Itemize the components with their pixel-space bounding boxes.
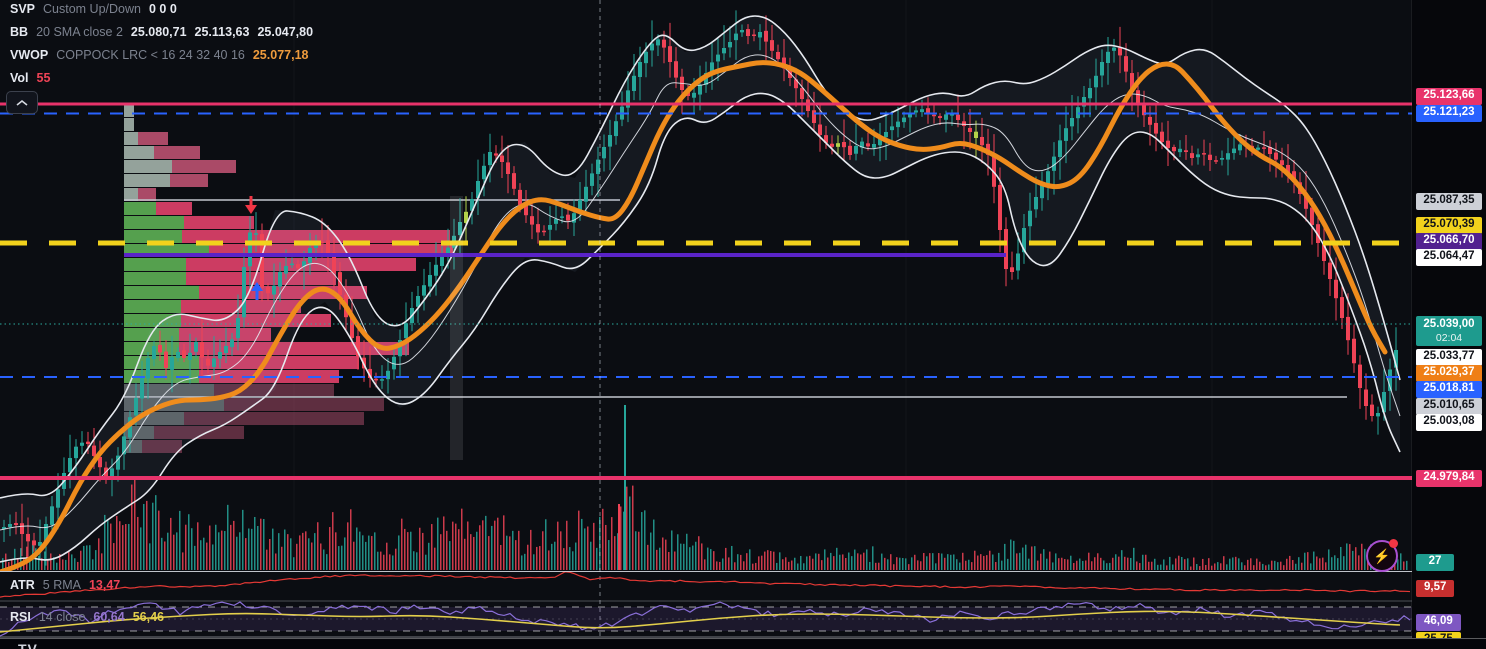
highlight-band bbox=[450, 196, 463, 460]
price-label: 24.979,84 bbox=[1416, 470, 1482, 487]
tradingview-logo[interactable]: TV bbox=[18, 641, 38, 649]
legend-text: Custom Up/Down bbox=[43, 2, 141, 16]
legend-text: BB bbox=[10, 25, 28, 39]
price-label: 46,09 bbox=[1416, 614, 1461, 631]
legend-text: VWOP bbox=[10, 48, 48, 62]
legend-text: ATR bbox=[10, 578, 35, 592]
legend-text: 20 SMA close 2 bbox=[36, 25, 123, 39]
price-label: 25.064,47 bbox=[1416, 249, 1482, 266]
price-label: 27 bbox=[1416, 554, 1454, 571]
volume-profile-bar bbox=[124, 258, 186, 271]
price-scale[interactable]: 25.123,6625.121,2325.087,3525.070,3925.0… bbox=[1412, 0, 1486, 649]
volume-profile-bar bbox=[154, 146, 200, 159]
volume-profile-bar bbox=[184, 216, 254, 229]
legend-text: 60,64 bbox=[93, 610, 124, 624]
volume-profile-bar bbox=[124, 272, 186, 285]
legend-text: SVP bbox=[10, 2, 35, 16]
price-label: 25.018,81 bbox=[1416, 381, 1482, 398]
volume-profile-bar bbox=[124, 160, 172, 173]
price-label: 25.066,70 bbox=[1416, 233, 1482, 250]
volume-profile-bar bbox=[124, 202, 156, 215]
legend-row-0[interactable]: SVP Custom Up/Down 0 0 0 bbox=[10, 2, 185, 16]
volume-profile-bar bbox=[138, 188, 156, 201]
price-label: 25.033,77 bbox=[1416, 349, 1482, 366]
price-label: 9,57 bbox=[1416, 580, 1454, 597]
main-pane bbox=[0, 0, 1412, 637]
legend-text: 56,46 bbox=[133, 610, 164, 624]
volume-spike bbox=[624, 405, 626, 570]
legend-collapse-button[interactable] bbox=[6, 91, 38, 114]
price-label: 25.010,65 bbox=[1416, 398, 1482, 415]
price-label: 25.029,37 bbox=[1416, 365, 1482, 382]
price-label: 25.123,66 bbox=[1416, 88, 1482, 105]
legend-text: 5 RMA bbox=[43, 578, 81, 592]
volume-profile-bar bbox=[124, 132, 138, 145]
volume-profile-bar bbox=[170, 174, 208, 187]
legend-text: 25.047,80 bbox=[257, 25, 313, 39]
volume-profile-bar bbox=[124, 174, 170, 187]
atr-legend[interactable]: ATR 5 RMA 13,47 bbox=[10, 578, 128, 592]
legend-row-3[interactable]: Vol 55 bbox=[10, 71, 58, 85]
legend-text: COPPOCK LRC < 16 24 32 40 16 bbox=[56, 48, 245, 62]
volume-profile-bar bbox=[124, 286, 199, 299]
flash-icon[interactable]: ⚡ bbox=[1366, 540, 1398, 572]
volume-profile-bar bbox=[124, 104, 134, 117]
legend-row-1[interactable]: BB 20 SMA close 2 25.080,71 25.113,63 25.047… bbox=[10, 25, 321, 39]
legend-text: RSI bbox=[10, 610, 31, 624]
trading-chart-window: SVP Custom Up/Down 0 0 0 BB 20 SMA close 2 25… bbox=[0, 0, 1486, 649]
legend-text: 25.113,63 bbox=[195, 25, 250, 39]
legend-row-2[interactable]: VWOP COPPOCK LRC < 16 24 32 40 16 25.077,1… bbox=[10, 48, 316, 62]
legend-text: 0 0 0 bbox=[149, 2, 177, 16]
volume-profile-bar bbox=[124, 146, 154, 159]
chart-canvas[interactable] bbox=[0, 0, 1486, 649]
lightning-glyph: ⚡ bbox=[1373, 548, 1390, 565]
volume-profile-bar bbox=[124, 188, 138, 201]
volume-profile-bar bbox=[156, 202, 192, 215]
price-label: 25.039,0002:04 bbox=[1416, 316, 1482, 346]
rsi-legend[interactable]: RSI 14 close 60,64 56,46 bbox=[10, 610, 172, 624]
volume-profile-bar bbox=[138, 132, 168, 145]
volume-profile-bar bbox=[172, 160, 236, 173]
chevron-up-icon bbox=[16, 99, 28, 107]
legend-text: Vol bbox=[10, 71, 29, 85]
sell-arrow-icon bbox=[245, 196, 257, 214]
volume-profile-bar bbox=[124, 118, 134, 131]
atr-line bbox=[0, 572, 1410, 597]
volume-profile-bar bbox=[124, 216, 184, 229]
legend-text: 25.080,71 bbox=[131, 25, 187, 39]
notification-dot bbox=[1389, 539, 1398, 548]
price-label: 25.070,39 bbox=[1416, 217, 1482, 234]
legend-text: 13,47 bbox=[89, 578, 120, 592]
price-label: 25.121,23 bbox=[1416, 105, 1482, 122]
volume-profile-bar bbox=[124, 300, 181, 313]
volume-spike bbox=[618, 504, 620, 570]
price-label: 25.003,08 bbox=[1416, 414, 1482, 431]
legend-text: 25.077,18 bbox=[253, 48, 309, 62]
legend-text: 14 close bbox=[39, 610, 86, 624]
price-label: 25.087,35 bbox=[1416, 193, 1482, 210]
legend-text: 55 bbox=[37, 71, 51, 85]
time-axis-strip[interactable]: TV bbox=[0, 638, 1486, 649]
